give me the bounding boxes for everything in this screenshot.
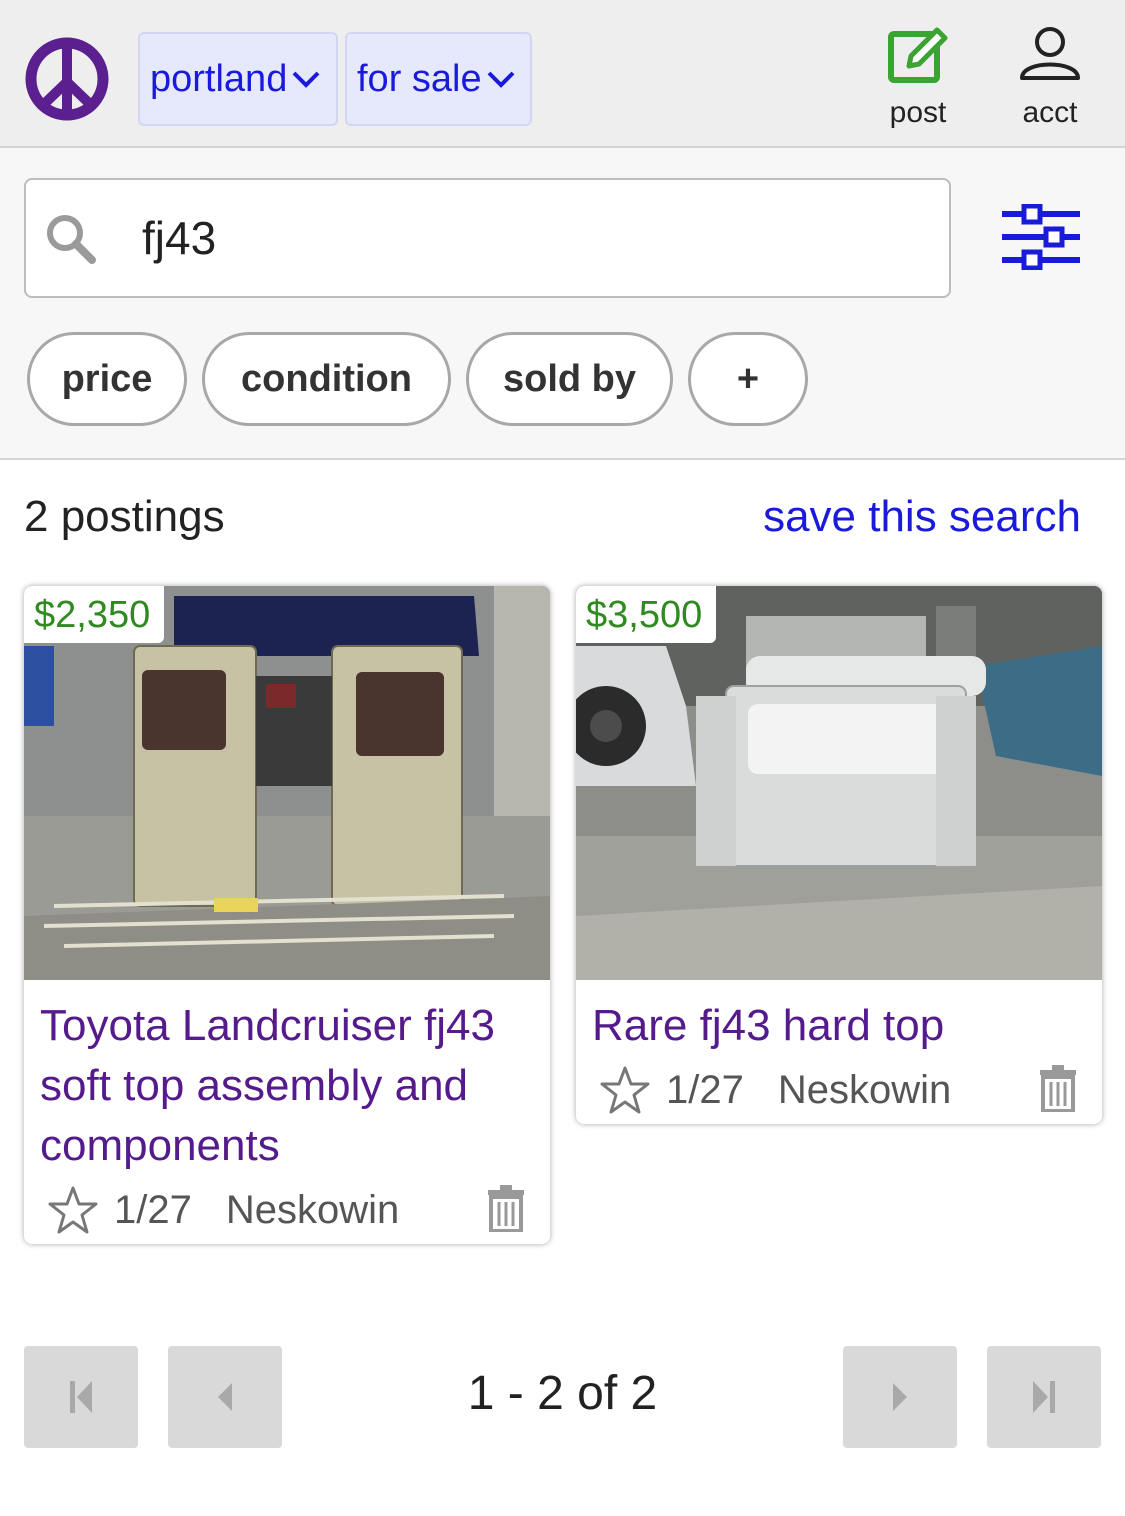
- listing-card[interactable]: $2,350 Toyota Landcruiser fj43 soft top …: [24, 586, 550, 1244]
- listing-photo[interactable]: [576, 586, 1102, 980]
- acct-label: acct: [1022, 96, 1078, 129]
- filter-chip-more[interactable]: +: [688, 332, 808, 426]
- filter-chip-price[interactable]: price: [27, 332, 187, 426]
- city-label: portland: [150, 57, 288, 100]
- star-icon[interactable]: [600, 1065, 650, 1115]
- search-box[interactable]: [24, 178, 951, 298]
- listing-meta: 1/27 Neskowin: [600, 1062, 951, 1118]
- listing-meta: 1/27 Neskowin: [48, 1182, 399, 1238]
- filter-chip-condition[interactable]: condition: [202, 332, 451, 426]
- last-page-icon: [1033, 1381, 1055, 1413]
- post-label: post: [889, 96, 947, 129]
- save-search-link[interactable]: save this search: [763, 492, 1081, 542]
- star-icon[interactable]: [48, 1185, 98, 1235]
- trash-icon[interactable]: [1038, 1064, 1078, 1112]
- search-input[interactable]: [142, 202, 922, 274]
- city-selector[interactable]: portland: [138, 32, 338, 126]
- account-button[interactable]: acct: [1000, 24, 1100, 130]
- post-button[interactable]: post: [868, 24, 968, 130]
- chevron-down-icon: [292, 71, 320, 88]
- listing-date: 1/27: [666, 1067, 744, 1112]
- search-area: price condition sold by +: [0, 148, 1125, 460]
- next-page-button[interactable]: [843, 1346, 957, 1448]
- last-page-button[interactable]: [987, 1346, 1101, 1448]
- listing-photo[interactable]: [24, 586, 550, 980]
- listing-title[interactable]: Rare fj43 hard top: [592, 996, 1082, 1056]
- user-icon: [1020, 27, 1080, 80]
- edit-icon: [888, 27, 948, 83]
- sliders-icon: [1002, 203, 1080, 271]
- filter-settings-button[interactable]: [1002, 203, 1080, 271]
- postings-count: 2 postings: [24, 492, 225, 541]
- peace-logo-icon[interactable]: [24, 36, 110, 122]
- trash-icon[interactable]: [486, 1184, 526, 1232]
- listing-price: $2,350: [24, 586, 165, 643]
- listing-location: Neskowin: [225, 1187, 400, 1232]
- category-selector[interactable]: for sale: [345, 32, 532, 126]
- listing-title[interactable]: Toyota Landcruiser fj43 soft top assembl…: [40, 996, 530, 1176]
- listing-date: 1/27: [114, 1187, 192, 1232]
- top-bar: portland for sale post acct: [0, 0, 1125, 148]
- listing-card[interactable]: $3,500 Rare fj43 hard top 1/27 Neskowin: [576, 586, 1102, 1124]
- filter-chip-sold-by[interactable]: sold by: [466, 332, 673, 426]
- category-label: for sale: [357, 57, 482, 100]
- listing-location: Neskowin: [777, 1067, 952, 1112]
- chevron-down-icon: [487, 71, 515, 88]
- listing-price: $3,500: [576, 586, 717, 643]
- next-page-icon: [893, 1383, 907, 1411]
- search-icon: [47, 215, 96, 264]
